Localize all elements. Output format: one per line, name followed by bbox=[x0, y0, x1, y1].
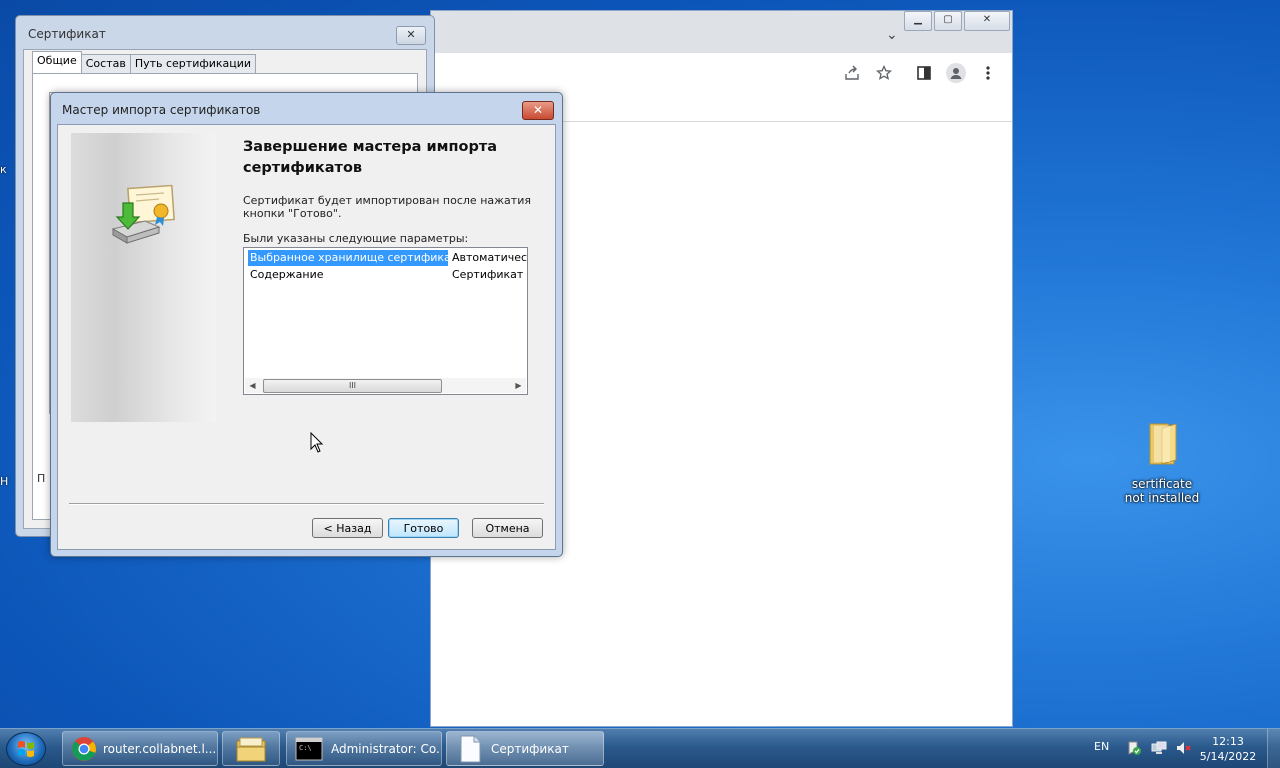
tab-certification-path[interactable]: Путь сертификации bbox=[129, 54, 257, 74]
certificate-import-icon bbox=[109, 181, 179, 251]
start-button[interactable] bbox=[6, 732, 46, 766]
close-button[interactable]: ✕ bbox=[522, 101, 554, 120]
back-button[interactable]: < Назад bbox=[312, 518, 383, 538]
mouse-cursor-icon bbox=[310, 431, 324, 457]
window-controls: ▁ ▢ ✕ bbox=[902, 11, 1010, 31]
close-button[interactable]: ✕ bbox=[964, 11, 1010, 31]
folder-icon bbox=[1120, 420, 1204, 471]
taskbar-item-cmd[interactable]: C:\ Administrator: Co... bbox=[286, 731, 442, 766]
taskbar-item-label: Сертификат bbox=[491, 741, 569, 756]
desktop-edge-text: Н bbox=[0, 475, 9, 488]
tab-details[interactable]: Состав bbox=[80, 54, 131, 74]
taskbar-item-explorer[interactable] bbox=[222, 731, 280, 766]
taskbar-item-certificate[interactable]: Сертификат bbox=[446, 731, 604, 766]
chrome-icon bbox=[71, 736, 97, 762]
taskbar-item-label: router.collabnet.l... bbox=[103, 741, 217, 756]
tab-search-chevron-icon[interactable]: ⌄ bbox=[886, 27, 898, 43]
scroll-thumb[interactable]: III bbox=[263, 379, 442, 393]
action-center-icon[interactable] bbox=[1126, 740, 1142, 759]
menu-icon[interactable] bbox=[978, 63, 998, 83]
wizard-side-banner bbox=[71, 133, 216, 422]
wizard-client-area: Завершение мастера импорта сертификатов … bbox=[57, 124, 556, 550]
wizard-heading: Завершение мастера импорта сертификатов bbox=[243, 139, 498, 176]
network-icon[interactable] bbox=[1151, 741, 1167, 758]
param-value: Сертификат bbox=[452, 268, 524, 281]
volume-muted-icon[interactable] bbox=[1175, 740, 1191, 759]
list-item[interactable]: Содержание Сертификат bbox=[248, 267, 527, 283]
wizard-title: Мастер импорта сертификатов bbox=[62, 103, 261, 117]
dialog-title: Сертификат bbox=[28, 27, 106, 41]
profile-icon[interactable] bbox=[946, 63, 966, 83]
taskbar-item-label: Administrator: Co... bbox=[331, 741, 442, 756]
minimize-button[interactable]: ▁ bbox=[904, 11, 932, 31]
taskbar: router.collabnet.l... C:\ Administrator:… bbox=[0, 728, 1280, 768]
tab-general[interactable]: Общие bbox=[32, 51, 82, 74]
svg-text:C:\: C:\ bbox=[299, 744, 312, 752]
side-panel-icon[interactable] bbox=[914, 63, 934, 83]
tab-strip: Общие Состав Путь сертификации bbox=[32, 51, 257, 74]
wizard-description: Сертификат будет импортирован после нажа… bbox=[243, 194, 531, 220]
explorer-icon bbox=[235, 735, 267, 763]
param-name: Выбранное хранилище сертификатов bbox=[248, 250, 448, 266]
folder-label: sertificate not installed bbox=[1120, 477, 1204, 505]
clock[interactable]: 12:13 5/14/2022 bbox=[1198, 734, 1258, 764]
certificate-import-wizard: Мастер импорта сертификатов ✕ Завершение… bbox=[50, 92, 563, 557]
scroll-left-icon[interactable]: ◀ bbox=[245, 378, 260, 393]
chrome-tabstrip: ▁ ▢ ✕ ⌄ bbox=[431, 11, 1012, 53]
close-button[interactable]: ✕ bbox=[396, 26, 426, 45]
taskbar-item-chrome[interactable]: router.collabnet.l... bbox=[62, 731, 218, 766]
clock-time: 12:13 bbox=[1212, 735, 1244, 748]
show-desktop-button[interactable] bbox=[1267, 729, 1280, 768]
scroll-right-icon[interactable]: ▶ bbox=[511, 378, 526, 393]
maximize-button[interactable]: ▢ bbox=[934, 11, 962, 31]
cmd-icon: C:\ bbox=[295, 737, 323, 761]
language-indicator[interactable]: EN bbox=[1094, 740, 1109, 753]
windows-logo-icon bbox=[18, 741, 34, 757]
cancel-button[interactable]: Отмена bbox=[472, 518, 543, 538]
clock-date: 5/14/2022 bbox=[1199, 750, 1257, 763]
button-separator bbox=[69, 503, 544, 505]
folder-label-line1: sertificate bbox=[1131, 477, 1193, 491]
horizontal-scrollbar[interactable]: ◀ III ▶ bbox=[245, 378, 526, 393]
param-value: Автоматическ bbox=[452, 251, 527, 264]
parameters-label: Были указаны следующие параметры: bbox=[243, 232, 469, 245]
share-icon[interactable] bbox=[842, 63, 862, 83]
partial-label: П bbox=[37, 472, 46, 485]
parameters-list[interactable]: Выбранное хранилище сертификатов Автомат… bbox=[243, 247, 528, 395]
desktop-edge-text: к bbox=[0, 163, 7, 176]
desktop-folder[interactable]: sertificate not installed bbox=[1120, 420, 1204, 505]
param-name: Содержание bbox=[250, 268, 324, 281]
finish-button[interactable]: Готово bbox=[388, 518, 459, 538]
folder-label-line2: not installed bbox=[1124, 491, 1200, 505]
document-icon bbox=[459, 735, 481, 763]
star-icon[interactable] bbox=[874, 63, 894, 83]
list-item[interactable]: Выбранное хранилище сертификатов Автомат… bbox=[248, 250, 527, 266]
